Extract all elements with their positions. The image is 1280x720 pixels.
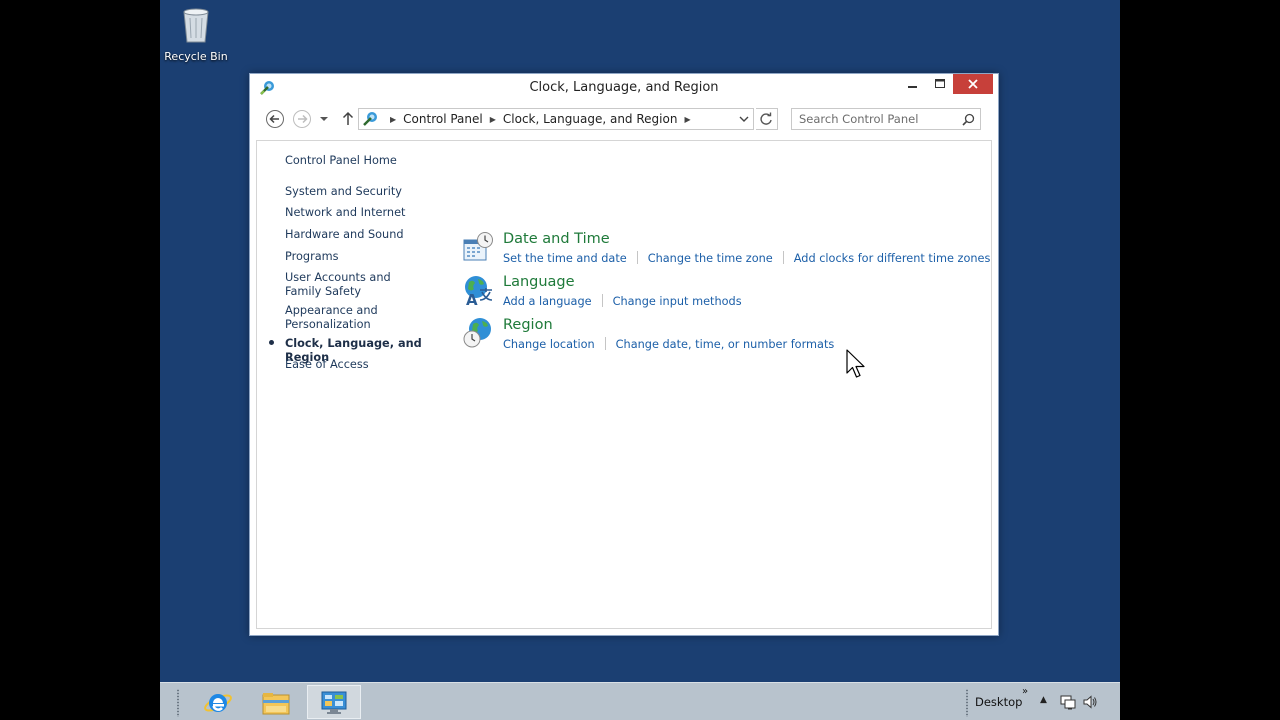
maximize-icon [935,79,945,88]
search-box[interactable] [791,108,981,130]
close-button[interactable] [953,74,993,94]
breadcrumb-chevron-icon[interactable]: ▶ [390,115,396,124]
sidebar-item-user-accounts[interactable]: User Accounts and Family Safety [285,271,425,299]
taskbar-grip[interactable] [176,689,180,717]
title-bar[interactable]: Clock, Language, and Region [250,74,998,102]
recycle-bin-label: Recycle Bin [164,50,228,63]
control-panel-window: Clock, Language, and Region ▶ Control Pa… [249,73,999,636]
region-title[interactable]: Region [503,317,553,333]
content-area: Control Panel Home System and Security N… [256,140,992,629]
window-title: Clock, Language, and Region [529,80,719,95]
forward-arrow-icon[interactable] [292,109,312,129]
recent-locations-chevron-icon[interactable] [318,109,330,129]
taskbar-file-explorer[interactable] [249,685,303,719]
taskbar-internet-explorer[interactable] [191,685,245,719]
show-hidden-icons-icon[interactable]: ▲ [1040,695,1047,705]
search-input[interactable] [792,109,957,129]
breadcrumb-chevron-icon[interactable]: ▶ [684,115,690,124]
breadcrumb-clock-language-region[interactable]: Clock, Language, and Region [503,112,678,126]
recycle-bin-shortcut[interactable]: Recycle Bin [164,6,228,63]
sidebar-item-appearance[interactable]: Appearance and Personalization [285,304,385,332]
language-title[interactable]: Language [503,274,575,290]
control-panel-icon [363,112,377,126]
current-item-bullet [269,340,274,345]
globe-language-icon[interactable]: A [462,274,494,306]
volume-icon[interactable] [1082,694,1098,710]
sidebar-item-programs[interactable]: Programs [285,250,445,264]
back-arrow-icon[interactable] [265,109,285,129]
minimize-button[interactable] [900,74,926,94]
change-location-link[interactable]: Change location [503,338,595,351]
chevron-down-icon[interactable] [738,113,750,125]
taskbar-toolbar-grip[interactable] [965,689,969,717]
breadcrumb-chevron-icon[interactable]: ▶ [490,115,496,124]
close-icon [968,79,978,89]
set-time-date-link[interactable]: Set the time and date [503,252,627,265]
desktop-toolbar-label[interactable]: Desktop [975,695,1022,709]
link-separator [604,337,606,350]
navigation-bar: ▶ Control Panel ▶ Clock, Language, and Regi… [250,106,998,132]
search-icon[interactable] [962,113,975,126]
region-links: Change location Change date, time, or num… [503,337,834,351]
up-arrow-icon[interactable] [338,109,358,129]
add-language-link[interactable]: Add a language [503,295,592,308]
taskbar-control-panel[interactable] [307,685,361,719]
change-formats-link[interactable]: Change date, time, or number formats [616,338,835,351]
sidebar-item-system-security[interactable]: System and Security [285,185,445,199]
calendar-clock-icon[interactable] [462,231,494,263]
address-bar[interactable]: ▶ Control Panel ▶ Clock, Language, and Regi… [358,108,754,130]
globe-clock-icon[interactable] [462,317,494,349]
network-icon[interactable] [1060,694,1076,710]
internet-explorer-icon [204,694,232,712]
link-separator [636,251,638,264]
link-separator [601,294,603,307]
breadcrumb: ▶ Control Panel ▶ Clock, Language, and Regi… [383,112,698,126]
desktop: Recycle Bin Clock, Language, and Region [160,0,1120,720]
sidebar-item-network-internet[interactable]: Network and Internet [285,206,445,220]
link-separator [782,251,784,264]
language-links: Add a language Change input methods [503,294,742,308]
change-input-methods-link[interactable]: Change input methods [613,295,742,308]
mouse-cursor-icon [846,349,865,378]
change-time-zone-link[interactable]: Change the time zone [648,252,773,265]
file-explorer-icon [262,693,290,715]
date-time-title[interactable]: Date and Time [503,231,610,247]
breadcrumb-control-panel[interactable]: Control Panel [403,112,483,126]
taskbar: Desktop » ▲ [160,682,1120,720]
recycle-bin-icon [183,8,209,43]
date-time-links: Set the time and date Change the time zon… [503,251,990,265]
svg-text:A: A [466,291,478,306]
add-clocks-link[interactable]: Add clocks for different time zones [794,252,991,265]
toolbar-chevron-icon[interactable]: » [1022,686,1028,697]
refresh-button[interactable] [756,108,778,130]
refresh-icon [760,112,772,125]
sidebar-item-ease-of-access[interactable]: Ease of Access [285,358,445,372]
sidebar-item-hardware-sound[interactable]: Hardware and Sound [285,228,445,242]
maximize-button[interactable] [927,74,953,94]
minimize-icon [908,86,917,88]
control-panel-icon [321,691,347,714]
control-panel-home-link[interactable]: Control Panel Home [285,154,445,168]
